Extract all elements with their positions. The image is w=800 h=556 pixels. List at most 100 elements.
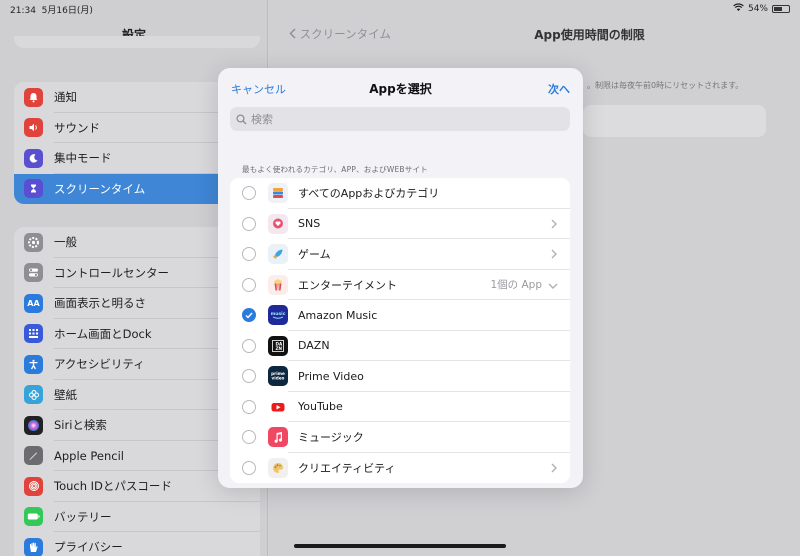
sidebar-item-label: 画面表示と明るさ xyxy=(54,296,146,311)
app-list-item[interactable]: SNS xyxy=(230,209,570,239)
fingerprint-icon xyxy=(24,476,43,496)
battery-percent: 54% xyxy=(747,3,768,14)
amazon-music-icon: music xyxy=(268,305,288,326)
choose-app-sheet: キャンセル Appを選択 次へ 最もよく使われるカテゴリ、APP、およびWEBサ… xyxy=(218,68,583,488)
sidebar-item-label: ホーム画面とDock xyxy=(54,326,152,341)
speaker-icon xyxy=(24,118,43,138)
app-list-item[interactable]: クリエイティビティ xyxy=(230,453,570,484)
checkmark-radio-icon[interactable] xyxy=(242,308,256,323)
battery-icon xyxy=(24,507,43,527)
detail-title: App使用時間の制限 xyxy=(534,28,645,42)
sheet-header: キャンセル Appを選択 次へ xyxy=(218,68,583,106)
sidebar-item-label: アクセシビリティ xyxy=(54,357,145,372)
sidebar-item-label: コントロールセンター xyxy=(54,265,169,280)
chevron-right-icon[interactable] xyxy=(550,249,558,259)
sidebar-item-label: プライバシー xyxy=(54,540,123,555)
sidebar-item-label: バッテリー xyxy=(54,509,112,524)
app-list-item[interactable]: ゲーム xyxy=(230,239,570,270)
sidebar-item-hand[interactable]: プライバシー xyxy=(14,532,260,556)
toggles-icon xyxy=(24,263,43,283)
app-list-item-label: ミュージック xyxy=(298,431,364,445)
app-list-item[interactable]: YouTube xyxy=(230,392,570,422)
app-list-item-label: エンターテイメント xyxy=(298,278,397,292)
siri-icon xyxy=(24,415,43,435)
radio-button-icon[interactable] xyxy=(242,216,256,231)
sidebar-item-label: Siriと検索 xyxy=(54,418,107,433)
detail-card xyxy=(583,105,766,137)
chevron-down-icon[interactable] xyxy=(548,280,558,290)
radio-button-icon[interactable] xyxy=(242,399,256,414)
app-list-item-label: すべてのAppおよびカテゴリ xyxy=(298,187,440,201)
dazn-icon: DA ZN xyxy=(268,335,288,356)
text-size-icon: AA xyxy=(24,293,43,313)
app-list-item[interactable]: エンターテイメント 1個の App xyxy=(230,270,570,300)
app-list-item[interactable]: music Amazon Music xyxy=(230,300,570,331)
accessibility-icon xyxy=(24,354,43,374)
app-list-item-label: Amazon Music xyxy=(298,308,378,322)
radio-button-icon[interactable] xyxy=(242,186,256,201)
battery-icon xyxy=(772,4,790,13)
rocket-icon xyxy=(268,244,288,265)
app-list-item-label: ゲーム xyxy=(298,248,331,262)
sheet-title: Appを選択 xyxy=(369,82,432,96)
hand-icon xyxy=(24,537,43,556)
chevron-right-icon[interactable] xyxy=(550,463,558,473)
svg-text:music: music xyxy=(271,311,286,317)
app-list-item-label: DAZN xyxy=(298,339,330,353)
chevron-right-icon[interactable] xyxy=(550,219,558,229)
sidebar-item-label: スクリーンタイム xyxy=(54,181,146,196)
radio-button-icon[interactable] xyxy=(242,430,256,445)
app-list: すべてのAppおよびカテゴリ SNS ゲームエンターテイメント 1個の App musi… xyxy=(230,178,570,483)
grid-icon xyxy=(24,324,43,344)
app-list-item-label: YouTube xyxy=(298,400,343,414)
sidebar-item-label: 集中モード xyxy=(54,151,112,166)
youtube-icon xyxy=(268,396,288,417)
sidebar-item-label: サウンド xyxy=(54,120,100,135)
svg-text:video: video xyxy=(272,376,285,381)
home-indicator xyxy=(294,544,506,548)
app-count-label: 1個の App xyxy=(490,279,542,292)
radio-button-icon[interactable] xyxy=(242,338,256,353)
status-right: 54% xyxy=(733,3,790,14)
bell-icon xyxy=(24,87,43,107)
status-bar: 21:34 5月16日(月) 54% xyxy=(0,0,800,16)
hourglass-icon xyxy=(24,179,43,199)
app-list-item[interactable]: DA ZN DAZN xyxy=(230,331,570,361)
sidebar-item-label: 通知 xyxy=(54,90,77,105)
music-note-icon xyxy=(268,427,288,448)
svg-text:ZN: ZN xyxy=(276,346,283,351)
sidebar-item-battery[interactable]: バッテリー xyxy=(14,502,260,532)
sidebar-item-label: 壁紙 xyxy=(54,387,77,402)
sidebar-item-label: 一般 xyxy=(54,235,77,250)
stack-icon xyxy=(268,183,288,204)
prime-video-icon: prime video xyxy=(268,366,288,387)
status-time: 21:34 5月16日(月) xyxy=(10,6,93,16)
sidebar-item-label: Touch IDとパスコード xyxy=(54,479,172,494)
radio-button-icon[interactable] xyxy=(242,460,256,475)
gear-icon xyxy=(24,232,43,252)
moon-icon xyxy=(24,148,43,168)
app-list-item[interactable]: prime video Prime Video xyxy=(230,361,570,392)
palette-icon xyxy=(268,457,288,478)
app-list-item-label: クリエイティビティ xyxy=(298,461,396,475)
reset-note: 。制限は毎夜午前0時にリセットされます。 xyxy=(587,81,744,90)
app-list-item-label: Prime Video xyxy=(298,369,364,383)
sidebar-group-top xyxy=(14,36,260,48)
search-field[interactable] xyxy=(230,107,570,131)
search-icon xyxy=(236,110,251,129)
popcorn-icon xyxy=(268,274,288,295)
next-button[interactable]: 次へ xyxy=(548,81,570,97)
flower-icon xyxy=(24,385,43,405)
app-list-item-label: SNS xyxy=(298,217,321,231)
app-list-item[interactable]: すべてのAppおよびカテゴリ xyxy=(230,178,570,209)
search-input[interactable] xyxy=(251,112,551,126)
chat-bubble-icon xyxy=(268,213,288,234)
sidebar-item-label: Apple Pencil xyxy=(54,448,124,463)
app-list-item[interactable]: ミュージック xyxy=(230,422,570,453)
pencil-icon xyxy=(24,446,43,466)
radio-button-icon[interactable] xyxy=(242,369,256,384)
radio-button-icon[interactable] xyxy=(242,247,256,262)
section-header: 最もよく使われるカテゴリ、APP、およびWEBサイト xyxy=(242,165,428,174)
wifi-icon xyxy=(733,3,744,14)
radio-button-icon[interactable] xyxy=(242,277,256,292)
